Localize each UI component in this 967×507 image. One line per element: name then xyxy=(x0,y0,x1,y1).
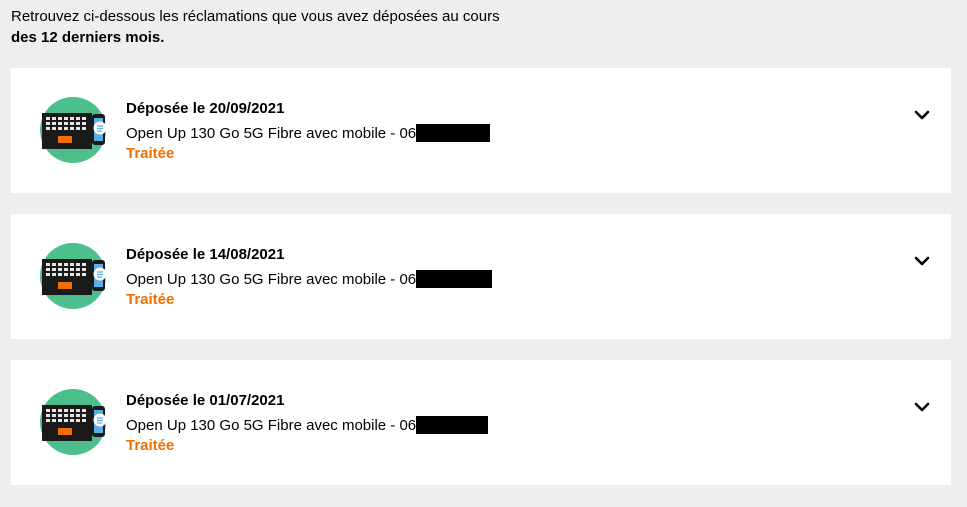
claim-status: Traitée xyxy=(126,437,175,454)
claim-card[interactable]: Déposée le 20/09/2021 Open Up 130 Go 5G … xyxy=(11,68,951,193)
claim-status: Traitée xyxy=(126,145,175,162)
chevron-down-icon[interactable] xyxy=(913,252,931,270)
claim-date-title: Déposée le 14/08/2021 xyxy=(126,246,285,263)
claim-offer-text: Open Up 130 Go 5G Fibre avec mobile - 06 xyxy=(126,125,417,142)
claim-offer: Open Up 130 Go 5G Fibre avec mobile - 06 xyxy=(126,124,491,144)
claim-card[interactable]: Déposée le 01/07/2021 Open Up 130 Go 5G … xyxy=(11,360,951,485)
laptop-phone-illustration-icon xyxy=(40,389,106,455)
claim-offer: Open Up 130 Go 5G Fibre avec mobile - 06 xyxy=(126,416,489,436)
claim-date-title: Déposée le 01/07/2021 xyxy=(126,392,285,409)
claim-date-title: Déposée le 20/09/2021 xyxy=(126,100,285,117)
laptop-phone-illustration-icon xyxy=(40,243,106,309)
redacted-phone-number xyxy=(416,124,491,142)
intro-text: Retrouvez ci-dessous les réclamations qu… xyxy=(11,6,500,48)
redacted-phone-number xyxy=(416,416,489,434)
claim-offer-text: Open Up 130 Go 5G Fibre avec mobile - 06 xyxy=(126,417,417,434)
intro-line-2: des 12 derniers mois. xyxy=(11,29,165,46)
chevron-down-icon[interactable] xyxy=(913,106,931,124)
claim-status: Traitée xyxy=(126,291,175,308)
claim-offer-text: Open Up 130 Go 5G Fibre avec mobile - 06 xyxy=(126,271,417,288)
claim-card[interactable]: Déposée le 14/08/2021 Open Up 130 Go 5G … xyxy=(11,214,951,339)
redacted-phone-number xyxy=(416,270,493,288)
chevron-down-icon[interactable] xyxy=(913,398,931,416)
intro-line-1: Retrouvez ci-dessous les réclamations qu… xyxy=(11,8,500,25)
laptop-phone-illustration-icon xyxy=(40,97,106,163)
claim-offer: Open Up 130 Go 5G Fibre avec mobile - 06 xyxy=(126,270,493,290)
